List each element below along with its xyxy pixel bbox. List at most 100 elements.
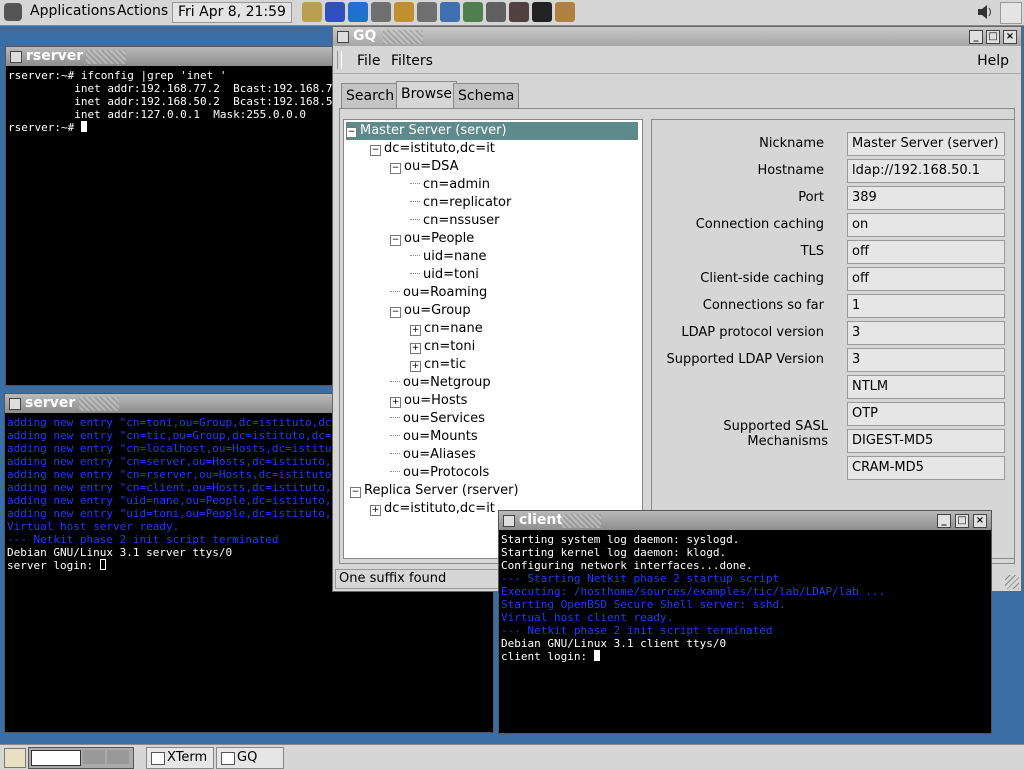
tree-node[interactable]: − ou=Group	[390, 302, 471, 320]
expand-icon[interactable]: +	[370, 505, 381, 516]
chart-icon[interactable]	[440, 2, 460, 22]
monitor-icon[interactable]	[463, 2, 483, 22]
mail-icon[interactable]	[394, 2, 414, 22]
tree-node[interactable]: + cn=tic	[410, 356, 466, 374]
tree-node[interactable]: − ou=DSA	[390, 158, 458, 176]
workspace-1[interactable]	[31, 750, 81, 766]
resize-grip[interactable]	[1005, 575, 1019, 589]
property-value[interactable]: 3	[847, 321, 1005, 345]
tab-search[interactable]: Search	[341, 83, 400, 108]
window-menu-icon[interactable]	[9, 398, 21, 410]
client-terminal-output[interactable]: Starting system log daemon: syslogd. Star…	[501, 533, 989, 731]
tree-node[interactable]: cn=nssuser	[410, 212, 499, 230]
tree-node[interactable]: ou=Services	[390, 410, 485, 428]
collapse-icon[interactable]: −	[390, 307, 401, 318]
pen-icon[interactable]	[371, 2, 391, 22]
client-terminal-window[interactable]: client _ □ × Starting system log daemon:…	[498, 510, 992, 734]
client-title-bar[interactable]: client _ □ ×	[499, 511, 991, 530]
sasl-value[interactable]: OTP	[847, 402, 1005, 426]
expand-icon[interactable]: +	[410, 361, 421, 372]
property-value[interactable]: ldap://192.168.50.1	[847, 159, 1005, 183]
tree-node[interactable]: cn=admin	[410, 176, 490, 194]
rserver-terminal-output[interactable]: rserver:~# ifconfig |grep 'inet ' inet a…	[8, 69, 332, 383]
tree-node[interactable]: ou=Aliases	[390, 446, 476, 464]
gq-title-bar[interactable]: GQ _ □ ×	[333, 27, 1021, 46]
tree-node[interactable]: + dc=istituto,dc=it	[370, 500, 495, 518]
tree-node[interactable]: − Master Server (server)	[346, 122, 638, 140]
close-button[interactable]: ×	[1003, 30, 1017, 44]
actions-menu[interactable]: Actions	[117, 3, 168, 19]
workspace-3[interactable]	[107, 750, 129, 764]
m-app-icon[interactable]	[325, 2, 345, 22]
minimize-button[interactable]: _	[937, 514, 951, 528]
tree-node[interactable]: ou=Mounts	[390, 428, 478, 446]
tree-node[interactable]: − ou=People	[390, 230, 474, 248]
sasl-value[interactable]: CRAM-MD5	[847, 456, 1005, 480]
tree-node[interactable]: ou=Roaming	[390, 284, 487, 302]
property-value[interactable]: Master Server (server)	[847, 132, 1005, 156]
foot-menu-icon[interactable]	[4, 3, 22, 21]
gear-icon[interactable]	[417, 2, 437, 22]
sasl-value[interactable]: NTLM	[847, 375, 1005, 399]
property-value[interactable]: off	[847, 240, 1005, 264]
tree-node[interactable]: − dc=istituto,dc=it	[370, 140, 495, 158]
globe-icon[interactable]	[348, 2, 368, 22]
expand-icon[interactable]: +	[410, 343, 421, 354]
taskbar-button[interactable]: GQ	[216, 747, 284, 769]
tree-node[interactable]: ou=Netgroup	[390, 374, 491, 392]
menu-filters[interactable]: Filters	[391, 53, 433, 69]
applications-menu[interactable]: Applications	[30, 3, 116, 19]
expand-icon[interactable]: +	[410, 325, 421, 336]
tab-browse[interactable]: Browse	[396, 81, 457, 109]
property-value[interactable]: on	[847, 213, 1005, 237]
home-icon[interactable]	[509, 2, 529, 22]
collapse-icon[interactable]: −	[346, 127, 357, 138]
tree-node[interactable]: + cn=nane	[410, 320, 483, 338]
rserver-terminal-window[interactable]: rserver rserver:~# ifconfig |grep 'inet …	[5, 46, 335, 386]
workspace-switcher[interactable]	[28, 747, 134, 769]
sasl-label: Supported SASL Mechanisms	[723, 419, 828, 449]
taskbar-button[interactable]: XTerm	[146, 747, 214, 769]
gq-window[interactable]: GQ _ □ × File Filters Help Search Browse…	[332, 26, 1022, 592]
rserver-title-bar[interactable]: rserver	[6, 47, 334, 66]
property-value[interactable]: 389	[847, 186, 1005, 210]
expand-icon[interactable]: +	[390, 397, 401, 408]
tab-schema[interactable]: Schema	[453, 83, 520, 108]
collapse-icon[interactable]: −	[390, 163, 401, 174]
collapse-icon[interactable]: −	[370, 145, 381, 156]
tree-node[interactable]: + ou=Hosts	[390, 392, 467, 410]
bottom-panel: XTerm GQ	[0, 744, 1024, 769]
collapse-icon[interactable]: −	[350, 487, 361, 498]
tree-node[interactable]: uid=nane	[410, 248, 486, 266]
window-menu-icon[interactable]	[10, 51, 22, 63]
maximize-button[interactable]: □	[955, 514, 969, 528]
notes-icon[interactable]	[302, 2, 322, 22]
property-value[interactable]: 3	[847, 348, 1005, 372]
lock-icon[interactable]	[555, 2, 575, 22]
tree-node[interactable]: + cn=toni	[410, 338, 475, 356]
panel-handle[interactable]	[1000, 2, 1022, 24]
clock[interactable]: Fri Apr 8, 21:59	[172, 2, 292, 23]
minimize-button[interactable]: _	[969, 30, 983, 44]
sasl-value[interactable]: DIGEST-MD5	[847, 429, 1005, 453]
menu-file[interactable]: File	[357, 53, 380, 69]
speaker-icon[interactable]	[976, 3, 994, 21]
workspace-2[interactable]	[83, 750, 105, 764]
collapse-icon[interactable]: −	[390, 235, 401, 246]
menu-help[interactable]: Help	[977, 53, 1009, 69]
eyes-icon[interactable]	[532, 2, 552, 22]
close-button[interactable]: ×	[973, 514, 987, 528]
show-desktop-icon[interactable]	[4, 748, 26, 768]
window-menu-icon[interactable]	[337, 31, 349, 43]
tree-node[interactable]: uid=toni	[410, 266, 479, 284]
property-value[interactable]: off	[847, 267, 1005, 291]
tree-node[interactable]: cn=replicator	[410, 194, 511, 212]
calculator-icon[interactable]	[486, 2, 506, 22]
maximize-button[interactable]: □	[986, 30, 1000, 44]
ldap-tree[interactable]: − Master Server (server) − dc=istituto,dc=i…	[343, 119, 643, 559]
property-value[interactable]: 1	[847, 294, 1005, 318]
tree-node[interactable]: ou=Protocols	[390, 464, 489, 482]
window-menu-icon[interactable]	[503, 515, 515, 527]
tree-node-label: ou=Mounts	[403, 429, 478, 444]
tree-node[interactable]: − Replica Server (rserver)	[350, 482, 519, 500]
